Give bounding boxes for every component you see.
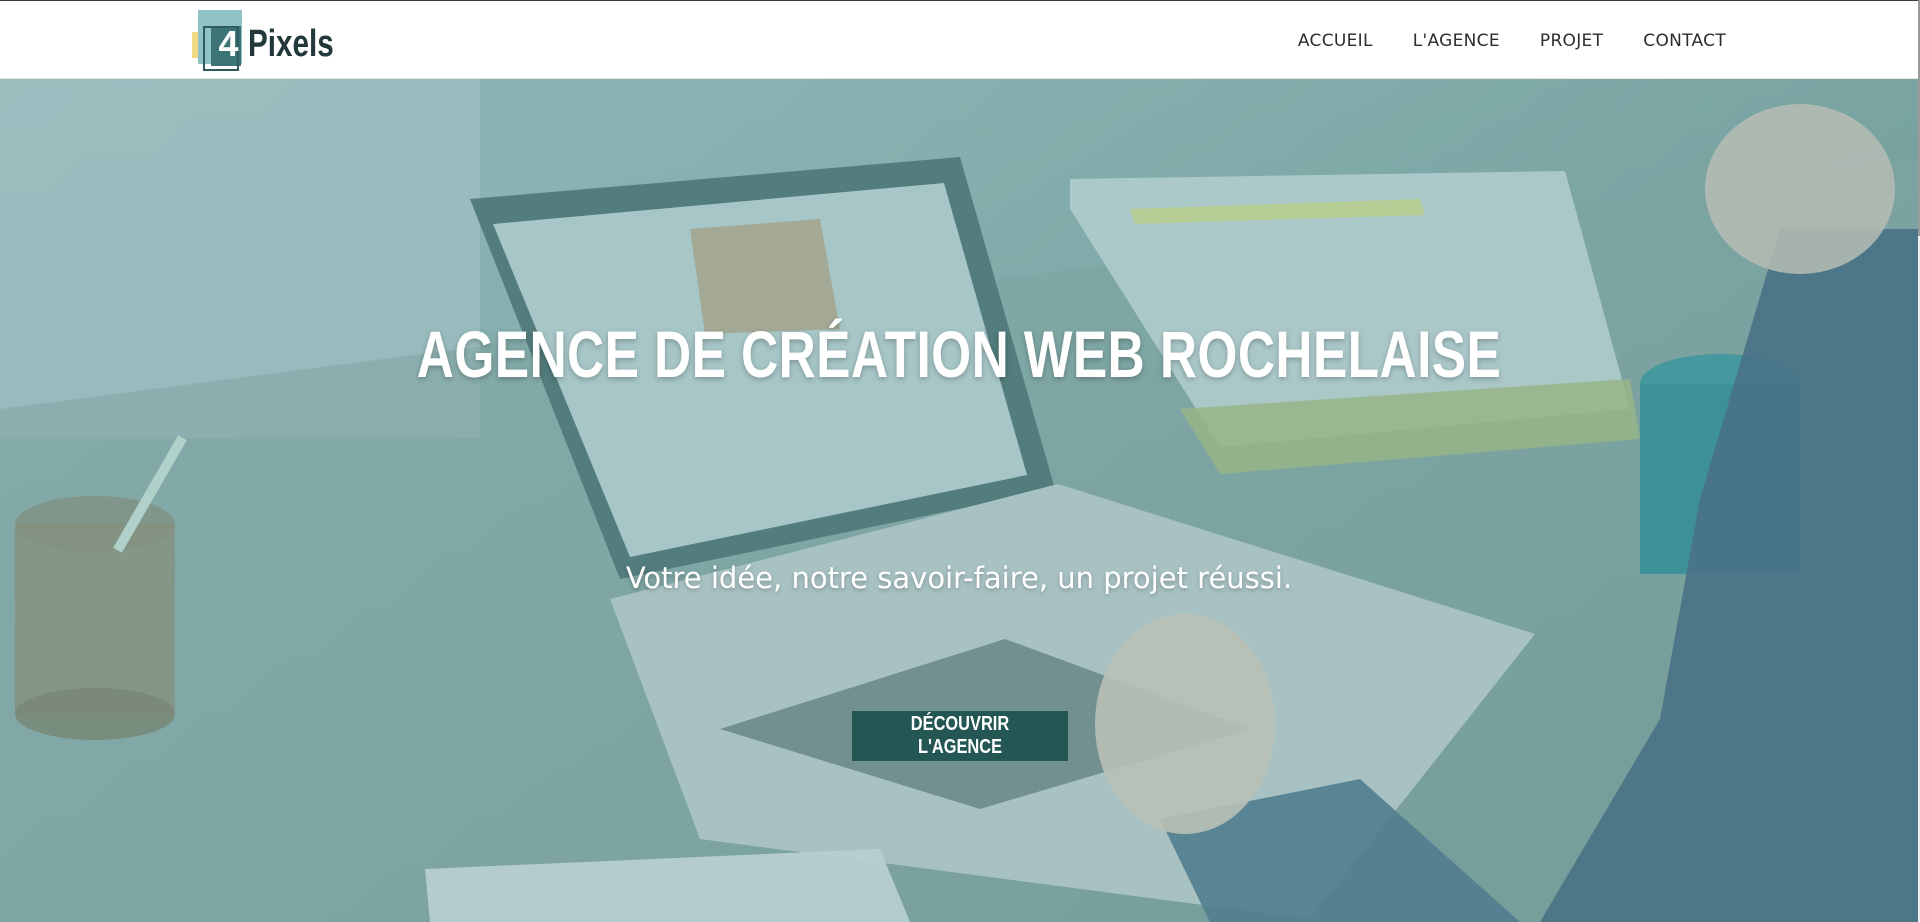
logo-digit: 4 — [218, 23, 238, 64]
brand-logo[interactable]: 4 Pixels — [190, 8, 350, 74]
site-header: 4 Pixels ACCUEIL L'AGENCE PROJET CONTACT — [0, 1, 1918, 79]
hero-subtitle: Votre idée, notre savoir-faire, un proje… — [625, 561, 1293, 595]
hero-section: AGENCE DE CRÉATION WEB ROCHELAISE Votre … — [0, 79, 1918, 922]
hero-title: AGENCE DE CRÉATION WEB ROCHELAISE — [416, 317, 1502, 391]
nav-item-contact[interactable]: CONTACT — [1643, 29, 1726, 53]
logo-wordmark: Pixels — [248, 23, 334, 65]
main-nav: ACCUEIL L'AGENCE PROJET CONTACT — [1298, 29, 1726, 53]
nav-item-projet[interactable]: PROJET — [1540, 29, 1603, 53]
discover-agency-button[interactable]: DÉCOUVRIR L'AGENCE — [852, 711, 1068, 761]
nav-item-accueil[interactable]: ACCUEIL — [1298, 29, 1373, 53]
discover-agency-button-label: DÉCOUVRIR L'AGENCE — [910, 713, 1010, 758]
hero-color-overlay — [0, 79, 1918, 922]
nav-item-agence[interactable]: L'AGENCE — [1413, 29, 1500, 53]
